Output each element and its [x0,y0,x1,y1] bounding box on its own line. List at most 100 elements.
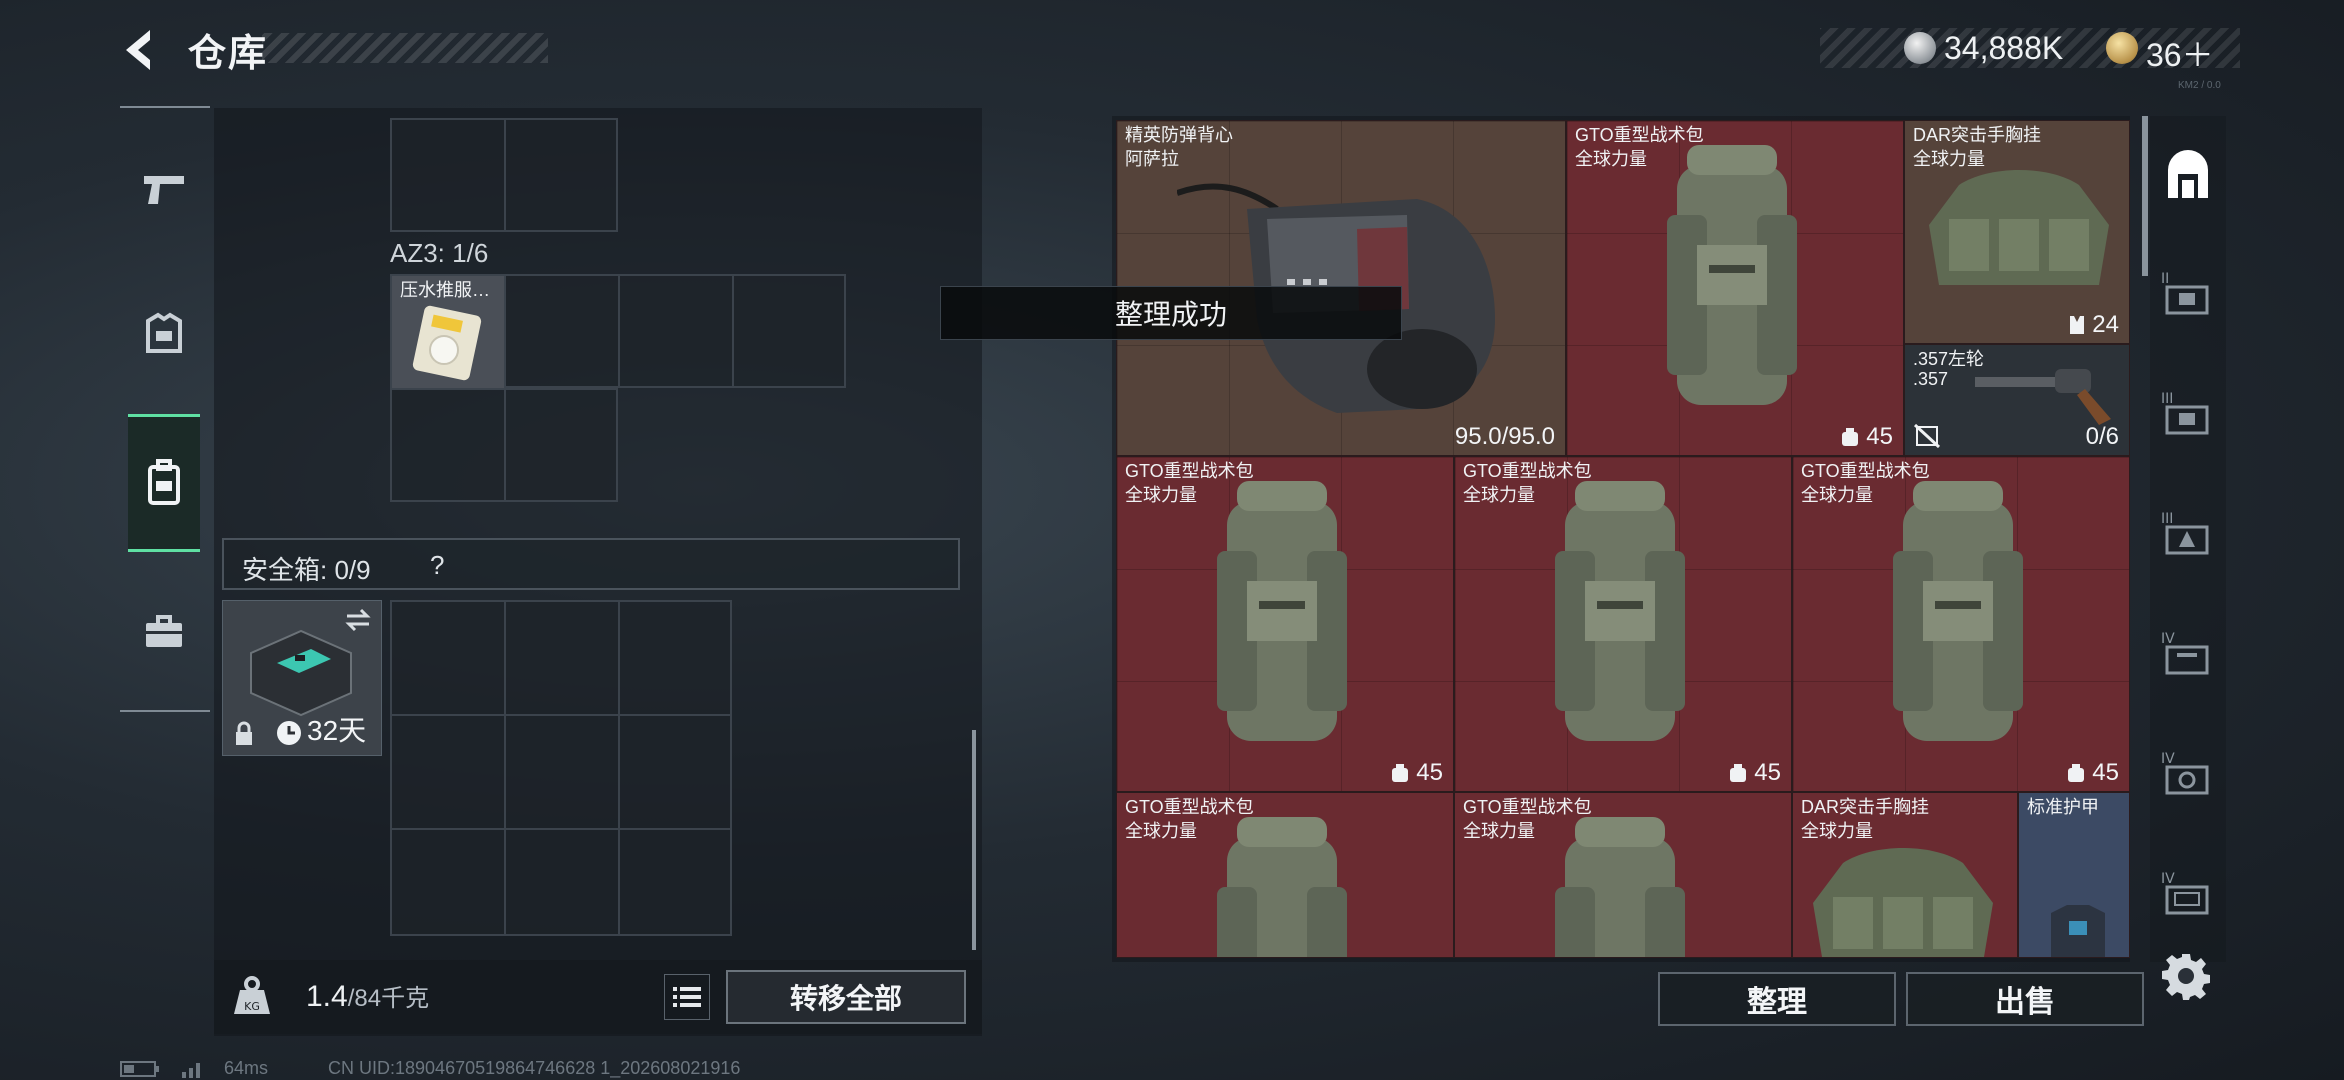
currency-gold-value[interactable]: 36＋ [2146,30,2214,76]
gold-token-icon [2106,32,2138,64]
item-name: .357左轮 [1913,349,1985,369]
storage-tier-3-icon: III [2161,391,2209,435]
currency-bar: 34,888K 36＋ [1820,28,2240,73]
az3-item-slot[interactable]: 压水推服… [392,276,504,388]
weight-readout: 1.4/84千克 [306,978,429,1014]
revolver-image-icon [1975,369,2111,425]
item-name: GTO重型战术包 [1463,461,1592,481]
backpack-image-icon [1667,145,1797,405]
warehouse-item-gto-bag-5[interactable]: GTO重型战术包 全球力量 [1116,792,1454,958]
storage-tier-4-icon: IV [2161,631,2209,675]
armor-icon [146,312,182,353]
storage-tier-3b-icon: III [2161,511,2209,555]
item-name: GTO重型战术包 [1801,461,1930,481]
list-view-button[interactable] [664,974,710,1020]
item-name: GTO重型战术包 [1125,461,1254,481]
warehouse-item-gto-bag-4[interactable]: GTO重型战术包 全球力量 45 [1792,456,2130,792]
version-watermark: KM2 / 0.0 [2178,80,2221,91]
safebox-days: 32天 [307,715,367,746]
warehouse-item-gto-bag-3[interactable]: GTO重型战术包 全球力量 45 [1454,456,1792,792]
battery-icon [120,1060,159,1077]
item-sub: 全球力量 [1463,821,1535,841]
capacity-icon [1392,764,1409,782]
swap-icon[interactable] [343,607,373,633]
lock-icon [236,721,252,745]
storage-tab-3[interactable]: III [2158,384,2218,444]
list-icon [673,987,701,1007]
storage-tab-5[interactable]: IV [2158,624,2218,684]
safebox-item[interactable]: 32天 [222,600,382,756]
svg-text:III: III [2161,391,2173,407]
storage-tab-main[interactable] [2158,146,2218,206]
warehouse-item-gto-bag-6[interactable]: GTO重型战术包 全球力量 [1454,792,1792,958]
item-capacity: 24 [2068,311,2119,339]
item-sub: 全球力量 [1801,821,1873,841]
pistol-icon [144,176,184,204]
transfer-all-button[interactable]: 转移全部 [726,970,966,1024]
safebox-label: 安全箱: 0/9 [242,555,371,585]
item-sub: 全球力量 [1913,149,1985,169]
svg-text:IV: IV [2161,751,2175,767]
storage-tab-4[interactable]: III [2158,504,2218,564]
back-arrow-icon[interactable] [112,22,168,78]
backpack-image-icon [1555,481,1685,741]
sidebar-top-divider [120,106,210,108]
medical-kit-icon [412,305,482,381]
safebox-case-icon [250,629,352,717]
sort-success-toast: 整理成功 [940,286,1402,340]
svg-text:II: II [2161,271,2169,287]
right-scrollbar[interactable] [2142,116,2148,276]
item-ammo: 0/6 [2085,423,2119,450]
item-durability: 95.0/95.0 [1454,423,1555,450]
item-capacity: 45 [1840,423,1893,451]
sell-button[interactable]: 出售 [1906,972,2144,1026]
capacity-icon [1730,764,1747,782]
safebox-grid [390,600,732,936]
silver-coin-icon [1904,32,1936,64]
item-name: GTO重型战术包 [1575,125,1704,145]
status-bar: 64ms CN UID:18904670519864746628 1_20260… [120,1058,740,1079]
item-name: 精英防弹背心 [1125,125,1233,145]
storage-tier-2-icon: II [2161,271,2209,315]
storage-tab-2[interactable]: II [2158,264,2218,324]
item-capacity: 45 [1728,759,1781,787]
sidebar-item-armor[interactable] [128,298,200,370]
chest-rig-image-icon [1813,848,1993,957]
briefcase-icon [146,615,182,647]
warehouse-item-dar-rig-2[interactable]: DAR突击手胸挂 全球力量 [1792,792,2018,958]
ping-readout: 64ms [224,1058,269,1078]
item-sub: 全球力量 [1125,485,1197,505]
warehouse-item-dar-rig-1[interactable]: DAR突击手胸挂 全球力量 24 [1904,120,2130,344]
storage-tabs: II III III IV IV IV [2150,116,2226,962]
weight-current: 1.4 [306,980,348,1013]
sidebar-bottom-divider [120,710,210,712]
left-scrollbar[interactable] [972,730,976,950]
sidebar-item-backpack[interactable] [128,414,200,552]
safebox-help-button[interactable]: ? [430,550,444,581]
clock-icon [277,721,301,745]
item-name: GTO重型战术包 [1463,797,1592,817]
weight-icon: KG [234,976,270,1014]
sidebar-item-weapons[interactable] [128,154,200,226]
sort-button[interactable]: 整理 [1658,972,1896,1026]
weight-max: /84千克 [347,985,430,1012]
page-title: 仓库 [188,33,269,75]
safebox-header: 安全箱: 0/9 ? [222,538,960,590]
storage-tier-4b-icon: IV [2161,751,2209,795]
rig-capacity-icon [2070,316,2085,334]
gear-icon[interactable] [2162,952,2210,1000]
warehouse-item-gto-bag-2[interactable]: GTO重型战术包 全球力量 45 [1116,456,1454,792]
item-sub: 全球力量 [1575,149,1647,169]
backpack-image-icon [1217,481,1347,741]
warehouse-item-revolver[interactable]: .357左轮 .357 0/6 [1904,344,2130,456]
item-sub: 阿萨拉 [1125,149,1179,169]
warehouse-item-gto-bag-1[interactable]: GTO重型战术包 全球力量 45 [1566,120,1904,456]
storage-tab-6[interactable]: IV [2158,744,2218,804]
storage-tab-7[interactable]: IV [2158,864,2218,924]
sidebar-item-case[interactable] [128,596,200,668]
uid-readout: CN UID:18904670519864746628 1_2026080219… [328,1058,741,1078]
upper-container-grid [390,118,618,232]
container-az3-grid-bottom [390,388,618,502]
no-ammo-icon [1913,423,1941,449]
warehouse-item-standard-armor[interactable]: 标准护甲 [2018,792,2130,958]
